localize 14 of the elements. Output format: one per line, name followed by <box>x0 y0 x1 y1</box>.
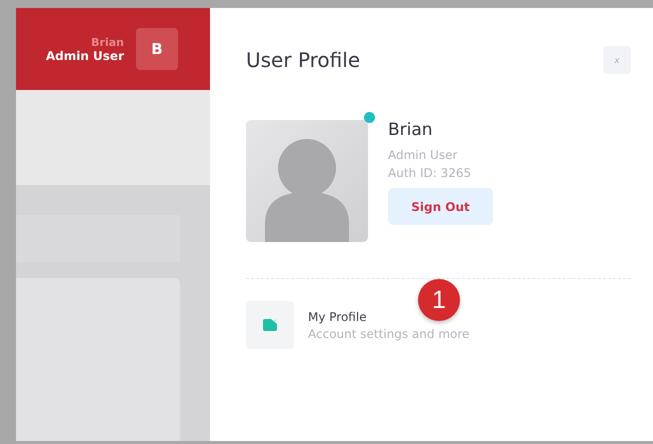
number-badge: 1 <box>418 279 460 321</box>
panel-title: User Profile <box>246 48 360 72</box>
profile-icon[interactable] <box>246 301 294 349</box>
avatar-icon <box>246 120 368 242</box>
sign-out-button[interactable]: Sign Out <box>388 188 493 225</box>
menu-item-title[interactable]: My Profile <box>308 310 367 324</box>
menu-item-subtitle: Account settings and more <box>308 326 470 340</box>
user-role: Admin User <box>46 48 124 62</box>
auth-id: Auth ID: 3265 <box>388 166 472 180</box>
user-name: Brian <box>91 36 124 48</box>
close-button[interactable]: x <box>603 46 631 74</box>
avatar-button[interactable]: B <box>136 28 178 70</box>
profile-role: Admin User <box>388 148 458 162</box>
profile-name: Brian <box>388 120 434 140</box>
